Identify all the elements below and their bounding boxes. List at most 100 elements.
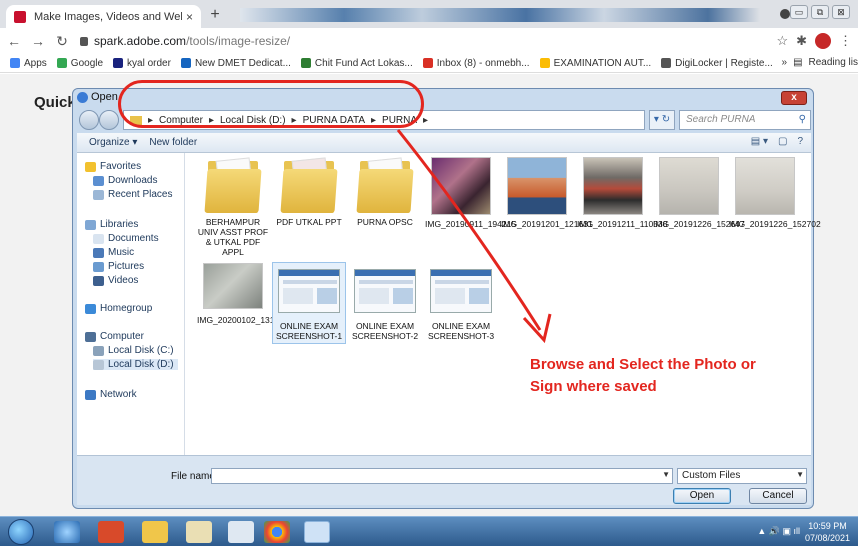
- tab-close-icon[interactable]: ×: [186, 10, 193, 24]
- window-controls: ▭ ⧉ ⊠: [790, 5, 850, 19]
- nav-local-disk-c[interactable]: Local Disk (C:): [93, 345, 174, 356]
- nav-label: Computer: [100, 331, 144, 342]
- notes-app-icon[interactable]: [186, 521, 212, 543]
- file-item-photo[interactable]: IMG_20191201_121631: [501, 157, 593, 229]
- file-name: BERHAMPUR UNIV ASST PROF & UTKAL PDF APP…: [197, 217, 269, 257]
- maximize-button[interactable]: ⧉: [811, 5, 829, 19]
- back-arrow-icon[interactable]: [79, 110, 99, 130]
- music-icon: [93, 247, 104, 258]
- bookmark-kyal-order[interactable]: kyal order: [113, 58, 171, 69]
- browser-tab[interactable]: Make Images, Videos and Web S ×: [6, 5, 201, 28]
- star-bookmark-icon[interactable]: ☆: [776, 33, 788, 49]
- nav-local-disk-d[interactable]: Local Disk (D:): [93, 359, 178, 370]
- address-bar[interactable]: spark.adobe.com /tools/image-resize/: [80, 34, 290, 48]
- folder-icon: [280, 157, 338, 213]
- nav-videos[interactable]: Videos: [93, 275, 138, 286]
- nav-downloads[interactable]: Downloads: [93, 175, 157, 186]
- file-item-screenshot[interactable]: ONLINE EXAM SCREENSHOT-1: [272, 262, 346, 344]
- system-tray-icons[interactable]: ▲ 🔊 ▣ ıll: [757, 526, 800, 537]
- open-window-icon[interactable]: [304, 521, 330, 543]
- internet-explorer-icon[interactable]: [54, 521, 80, 543]
- bookmark-apps[interactable]: Apps: [10, 58, 47, 69]
- extensions-icon[interactable]: ✱: [796, 33, 807, 49]
- nav-homegroup[interactable]: Homegroup: [85, 303, 152, 314]
- nav-music[interactable]: Music: [93, 247, 134, 258]
- bookmark-inbox[interactable]: Inbox (8) - onmebh...: [422, 58, 530, 69]
- file-item-folder[interactable]: BERHAMPUR UNIV ASST PROF & UTKAL PDF APP…: [197, 157, 269, 257]
- file-name: PURNA OPSC: [357, 217, 413, 227]
- file-type-select[interactable]: Custom Files ▼: [677, 468, 807, 484]
- toolbar-actions: ☆ ✱ ⋮: [776, 33, 852, 49]
- file-item-photo[interactable]: IMG_20190911_194215: [425, 157, 516, 229]
- nav-label: Favorites: [100, 161, 142, 172]
- recent-places-icon: [93, 189, 104, 200]
- forward-arrow-icon[interactable]: [99, 110, 119, 130]
- bookmark-dmet[interactable]: New DMET Dedicat...: [180, 58, 291, 69]
- file-item-photo[interactable]: IMG_20191226_152647: [653, 157, 745, 229]
- search-input[interactable]: Search PURNA ⚲: [679, 110, 811, 130]
- media-player-icon[interactable]: [98, 521, 124, 543]
- bookmark-google[interactable]: Google: [56, 58, 103, 69]
- file-item-photo[interactable]: IMG_20191226_152702: [729, 157, 821, 229]
- bookmarks-more-button[interactable]: »: [782, 57, 788, 68]
- chrome-taskbar-icon[interactable]: [264, 521, 290, 543]
- dialog-close-button[interactable]: x: [781, 91, 807, 105]
- file-name: IMG_20200102_131401: [197, 315, 289, 325]
- chevron-down-icon[interactable]: ▼: [662, 470, 670, 479]
- file-item-screenshot[interactable]: ONLINE EXAM SCREENSHOT-3: [425, 263, 497, 341]
- new-tab-button[interactable]: +: [205, 6, 225, 24]
- screenshot-thumbnail: [430, 269, 492, 313]
- file-item-photo[interactable]: IMG_20200102_131401: [197, 263, 289, 325]
- forward-arrow-icon[interactable]: →: [28, 33, 48, 49]
- cancel-button[interactable]: Cancel: [749, 488, 807, 504]
- organize-button[interactable]: Organize ▾: [89, 137, 137, 148]
- reading-list-label[interactable]: Reading lis: [809, 57, 858, 68]
- menu-icon[interactable]: ⋮: [839, 33, 852, 49]
- file-list: BERHAMPUR UNIV ASST PROF & UTKAL PDF APP…: [185, 153, 821, 455]
- paint-icon[interactable]: [228, 521, 254, 543]
- annotation-text: Browse and Select the Photo or Sign wher…: [530, 354, 756, 398]
- reload-icon[interactable]: ↻: [52, 33, 72, 50]
- close-window-button[interactable]: ⊠: [832, 5, 850, 19]
- search-icon[interactable]: ⚲: [799, 114, 806, 125]
- minimize-button[interactable]: ▭: [790, 5, 808, 19]
- new-folder-button[interactable]: New folder: [149, 137, 197, 148]
- file-item-folder[interactable]: PDF UTKAL PPT: [273, 157, 345, 227]
- open-button[interactable]: Open: [673, 488, 731, 504]
- start-button[interactable]: [8, 519, 34, 545]
- file-item-folder[interactable]: PURNA OPSC: [349, 157, 421, 227]
- drive-icon: [93, 359, 104, 370]
- nav-network[interactable]: Network: [85, 389, 137, 400]
- nav-favorites[interactable]: Favorites: [85, 161, 141, 172]
- file-name: IMG_20191226_152702: [729, 219, 821, 229]
- help-icon[interactable]: ?: [797, 136, 803, 147]
- avatar[interactable]: [815, 33, 831, 49]
- nav-pictures[interactable]: Pictures: [93, 261, 144, 272]
- nav-label: Videos: [108, 275, 139, 286]
- nav-computer[interactable]: Computer: [85, 331, 144, 342]
- file-explorer-icon[interactable]: [142, 521, 168, 543]
- preview-pane-icon[interactable]: ▢: [778, 136, 787, 147]
- command-bar: Organize ▾ New folder ▤ ▾ ▢ ?: [77, 133, 811, 153]
- chevron-down-icon[interactable]: ▼: [796, 470, 804, 479]
- file-name: ONLINE EXAM SCREENSHOT-2: [351, 321, 419, 341]
- nav-libraries[interactable]: Libraries: [85, 219, 138, 230]
- annotation-line-2: Sign where saved: [530, 378, 657, 395]
- bookmark-chit-fund[interactable]: Chit Fund Act Lokas...: [300, 58, 413, 69]
- clock[interactable]: 10:59 PM 07/08/2021: [805, 520, 850, 544]
- reading-list-icon: ▤: [793, 57, 803, 68]
- tab-title: Make Images, Videos and Web S: [34, 10, 182, 23]
- bookmark-site-icon: [180, 58, 191, 68]
- profile-dot-icon[interactable]: [780, 9, 790, 19]
- bookmark-digilocker[interactable]: DigiLocker | Registe...: [661, 58, 773, 69]
- file-name-input[interactable]: ▼: [211, 468, 673, 484]
- refresh-icon[interactable]: ▾ ↻: [649, 110, 675, 130]
- file-item-screenshot[interactable]: ONLINE EXAM SCREENSHOT-2: [349, 263, 421, 341]
- file-item-photo[interactable]: IMG_20191211_110538: [577, 157, 667, 229]
- view-options-icon[interactable]: ▤ ▾: [751, 136, 768, 147]
- back-arrow-icon[interactable]: ←: [4, 33, 24, 49]
- bookmark-examination[interactable]: EXAMINATION AUT...: [539, 58, 651, 69]
- lock-icon: [80, 36, 88, 46]
- nav-documents[interactable]: Documents: [93, 233, 159, 244]
- nav-recent-places[interactable]: Recent Places: [93, 189, 172, 200]
